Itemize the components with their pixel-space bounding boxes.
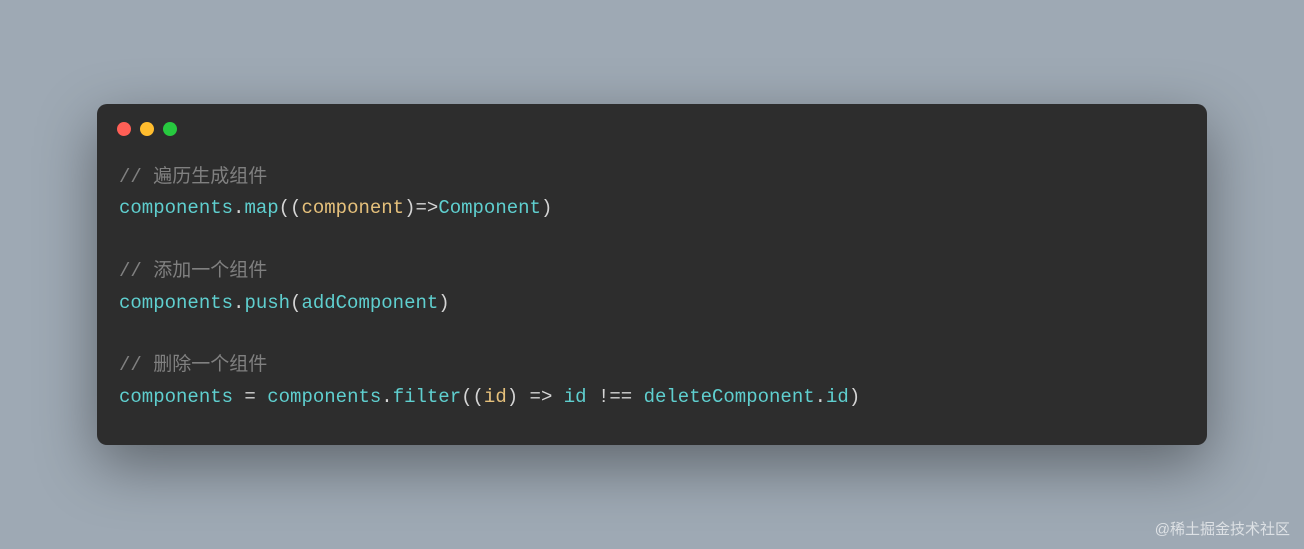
code-content: // 遍历生成组件 components.map((component)=>Co… [97,144,1207,445]
code-token: ) [507,386,518,408]
code-token [587,386,598,408]
close-icon[interactable] [117,122,131,136]
code-window: // 遍历生成组件 components.map((component)=>Co… [97,104,1207,445]
code-token: id [826,386,849,408]
minimize-icon[interactable] [140,122,154,136]
code-comment: // 遍历生成组件 [119,166,267,188]
code-token: Component [438,197,541,219]
code-token: filter [393,386,461,408]
code-token: !== [598,386,632,408]
code-token: ) [849,386,860,408]
code-token: addComponent [301,292,438,314]
window-titlebar [97,104,1207,144]
code-comment: // 删除一个组件 [119,354,267,376]
code-token: ) [404,197,415,219]
code-token: map [244,197,278,219]
code-comment: // 添加一个组件 [119,260,267,282]
code-token: . [815,386,826,408]
code-token: ) [541,197,552,219]
code-token: (( [279,197,302,219]
code-token: => [416,197,439,219]
code-token: id [484,386,507,408]
code-token: . [233,292,244,314]
code-token: components [267,386,381,408]
maximize-icon[interactable] [163,122,177,136]
code-token: (( [461,386,484,408]
watermark-text: @稀土掘金技术社区 [1155,518,1290,539]
code-token: push [244,292,290,314]
code-token: ) [438,292,449,314]
code-token [632,386,643,408]
code-token: . [233,197,244,219]
code-token: deleteComponent [644,386,815,408]
code-token: => [518,386,564,408]
code-token: components [119,292,233,314]
code-token: id [564,386,587,408]
code-token: = [233,386,267,408]
code-token: component [301,197,404,219]
code-token: ( [290,292,301,314]
code-token: . [381,386,392,408]
code-token: components [119,197,233,219]
code-token: components [119,386,233,408]
